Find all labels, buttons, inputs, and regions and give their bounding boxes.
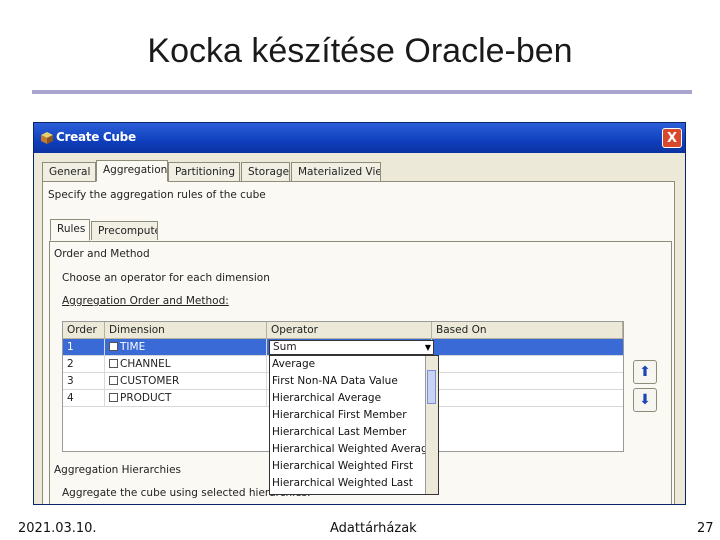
- dimension-name: CUSTOMER: [120, 375, 180, 387]
- column-header-based-on[interactable]: Based On: [432, 322, 623, 339]
- chevron-down-icon[interactable]: ▼: [425, 341, 431, 354]
- aggregation-order-label: Aggregation Order and Method:: [62, 295, 229, 307]
- arrow-up-icon: ⬆: [639, 364, 651, 380]
- tab-aggregation[interactable]: Aggregation: [96, 160, 168, 182]
- operator-dropdown-list[interactable]: Average First Non-NA Data Value Hierarch…: [269, 355, 439, 495]
- dialog-titlebar[interactable]: Create Cube X: [34, 123, 685, 153]
- create-cube-dialog: Create Cube X General Aggregation Partit…: [33, 122, 686, 505]
- tab-general[interactable]: General: [42, 162, 96, 181]
- dropdown-option[interactable]: Hierarchical Weighted Last: [272, 475, 413, 492]
- aggregation-hierarchies-label: Aggregation Hierarchies: [54, 464, 181, 476]
- dropdown-option[interactable]: Hierarchical Average: [272, 390, 381, 407]
- column-header-dimension[interactable]: Dimension: [105, 322, 267, 339]
- scrollbar-thumb[interactable]: [427, 370, 436, 404]
- arrow-down-icon: ⬇: [639, 392, 651, 408]
- order-cell: 3: [63, 373, 105, 389]
- tab-precompute[interactable]: Precompute: [91, 221, 158, 240]
- dimension-cell: CUSTOMER: [105, 373, 267, 389]
- tab-materialized-views[interactable]: Materialized Views: [291, 162, 381, 181]
- dimension-name: TIME: [120, 341, 146, 353]
- column-header-order[interactable]: Order: [63, 322, 105, 339]
- dropdown-option[interactable]: Hierarchical Weighted First: [272, 458, 413, 475]
- footer-title: Adattárházak: [330, 521, 417, 536]
- move-down-button[interactable]: ⬇: [633, 388, 657, 412]
- dimension-cell: CHANNEL: [105, 356, 267, 372]
- slide-title: Kocka készítése Oracle-ben: [147, 32, 573, 70]
- footer-date: 2021.03.10.: [18, 521, 97, 536]
- dimension-name: CHANNEL: [120, 358, 171, 370]
- order-cell: 4: [63, 390, 105, 406]
- dropdown-option[interactable]: First Non-NA Data Value: [272, 373, 398, 390]
- close-button[interactable]: X: [662, 128, 682, 148]
- dimension-icon: [109, 342, 118, 351]
- tab-storage[interactable]: Storage: [241, 162, 290, 181]
- dimension-icon: [109, 393, 118, 402]
- cube-app-icon: [41, 132, 53, 144]
- based-on-cell: [432, 339, 623, 355]
- tab-partitioning[interactable]: Partitioning: [168, 162, 240, 181]
- table-row[interactable]: 1 TIME Sum ▼: [63, 339, 623, 356]
- dimension-cell: PRODUCT: [105, 390, 267, 406]
- title-divider: [32, 90, 692, 94]
- operator-select-value: Sum: [273, 341, 297, 353]
- move-up-button[interactable]: ⬆: [633, 360, 657, 384]
- order-cell: 2: [63, 356, 105, 372]
- tab-rules[interactable]: Rules: [50, 219, 90, 241]
- column-header-operator[interactable]: Operator: [267, 322, 432, 339]
- dimension-cell: TIME: [105, 339, 267, 355]
- based-on-cell: [432, 373, 623, 389]
- based-on-cell: [432, 356, 623, 372]
- instruction-text: Specify the aggregation rules of the cub…: [48, 189, 266, 201]
- operator-select[interactable]: Sum ▼: [269, 340, 434, 355]
- dimension-icon: [109, 359, 118, 368]
- dialog-title: Create Cube: [56, 130, 136, 144]
- page-number: 27: [697, 521, 714, 536]
- dimension-icon: [109, 376, 118, 385]
- order-cell: 1: [63, 339, 105, 355]
- dropdown-option[interactable]: Hierarchical Weighted Average: [272, 441, 434, 458]
- dropdown-option[interactable]: Average: [272, 356, 315, 373]
- dimension-name: PRODUCT: [120, 392, 172, 404]
- order-method-label: Order and Method: [54, 248, 150, 260]
- dropdown-option[interactable]: Hierarchical Last Member: [272, 424, 406, 441]
- dropdown-option[interactable]: Hierarchical First Member: [272, 407, 407, 424]
- based-on-cell: [432, 390, 623, 406]
- choose-operator-text: Choose an operator for each dimension: [62, 272, 270, 284]
- dropdown-scrollbar[interactable]: [425, 356, 438, 494]
